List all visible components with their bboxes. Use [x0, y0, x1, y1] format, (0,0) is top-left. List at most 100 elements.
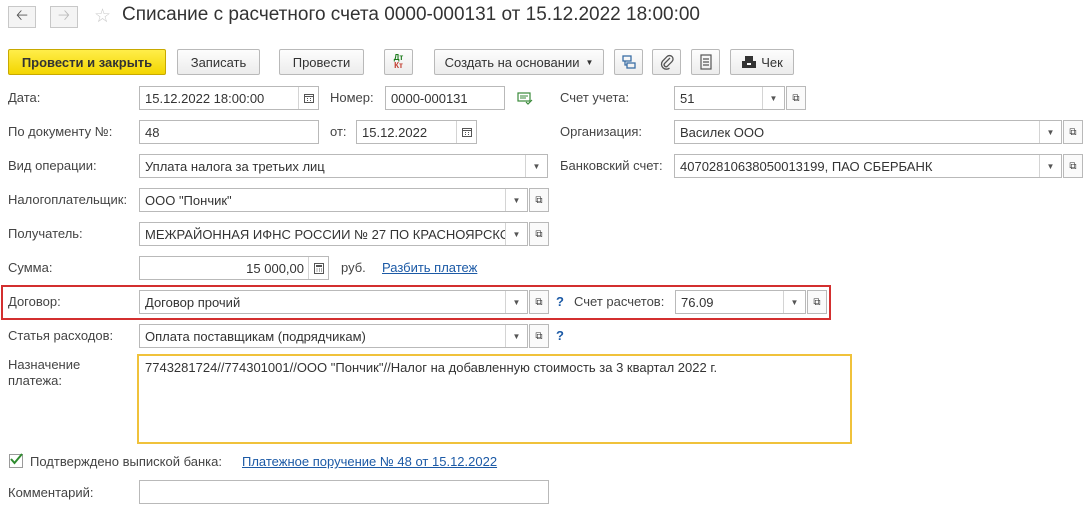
- recipient-value: МЕЖРАЙОННАЯ ИФНС РОССИИ № 27 ПО КРАСНОЯР…: [145, 226, 505, 242]
- confirmed-checkbox[interactable]: [9, 453, 23, 468]
- structure-button[interactable]: [614, 49, 643, 75]
- sum-value: 15 000,00: [246, 260, 304, 276]
- number-value: 0000-000131: [391, 90, 468, 106]
- contract-help-icon[interactable]: ?: [556, 294, 564, 309]
- dropdown-icon[interactable]: ▼: [762, 87, 784, 109]
- dropdown-icon[interactable]: ▼: [525, 155, 547, 177]
- open-icon: ⧉: [535, 228, 543, 240]
- taxpayer-label: Налогоплательщик:: [8, 192, 128, 207]
- dropdown-icon[interactable]: ▼: [783, 291, 805, 313]
- dropdown-icon[interactable]: ▼: [505, 223, 527, 245]
- settlement-account-field[interactable]: 76.09 ▼: [675, 290, 806, 314]
- structure-icon: [621, 55, 636, 69]
- bank-account-field[interactable]: 40702810638050013199, ПАО СБЕРБАНК ▼: [674, 154, 1062, 178]
- open-icon: ⧉: [792, 92, 800, 104]
- dt-kt-button[interactable]: Дт Кт: [384, 49, 413, 75]
- forward-button[interactable]: 🡢: [50, 6, 78, 28]
- expense-item-field[interactable]: Оплата поставщикам (подрядчикам) ▼: [139, 324, 528, 348]
- expense-item-label: Статья расходов:: [8, 328, 114, 343]
- attach-button[interactable]: [652, 49, 681, 75]
- number-field[interactable]: 0000-000131: [385, 86, 505, 110]
- currency-label: руб.: [341, 260, 366, 275]
- create-based-label: Создать на основании: [444, 54, 580, 70]
- payment-purpose-textarea[interactable]: 7743281724//774301001//ООО "Пончик"//Нал…: [137, 354, 852, 444]
- account-value: 51: [680, 90, 695, 106]
- page-title: Списание с расчетного счета 0000-000131 …: [122, 4, 700, 25]
- dropdown-icon[interactable]: ▼: [505, 291, 527, 313]
- dropdown-icon[interactable]: ▼: [505, 189, 527, 211]
- open-icon: ⧉: [535, 296, 543, 308]
- comment-field[interactable]: [139, 480, 549, 504]
- contract-field[interactable]: Договор прочий ▼: [139, 290, 528, 314]
- from-date-value: 15.12.2022: [362, 124, 428, 140]
- account-field[interactable]: 51 ▼: [674, 86, 785, 110]
- checkmark-icon: [10, 453, 23, 465]
- account-label: Счет учета:: [560, 90, 630, 105]
- contract-open-button[interactable]: ⧉: [529, 290, 549, 314]
- arrow-right-icon: 🡢: [57, 6, 71, 24]
- report-button[interactable]: [691, 49, 720, 75]
- operation-label: Вид операции:: [8, 158, 97, 173]
- doc-number-field[interactable]: 48: [139, 120, 319, 144]
- bank-account-open-button[interactable]: ⧉: [1063, 154, 1083, 178]
- operation-field[interactable]: Уплата налога за третьих лиц ▼: [139, 154, 548, 178]
- check-label: Чек: [761, 54, 783, 70]
- recipient-open-button[interactable]: ⧉: [529, 222, 549, 246]
- number-info-icon[interactable]: [517, 90, 533, 109]
- expense-item-value: Оплата поставщикам (подрядчикам): [145, 328, 366, 344]
- purpose-label-line1: Назначение: [8, 357, 81, 372]
- create-based-on-button[interactable]: Создать на основании ▼: [434, 49, 604, 75]
- recipient-label: Получатель:: [8, 226, 83, 241]
- organization-field[interactable]: Василек ООО ▼: [674, 120, 1062, 144]
- expense-item-open-button[interactable]: ⧉: [529, 324, 549, 348]
- number-label: Номер:: [330, 90, 374, 105]
- settlement-account-open-button[interactable]: ⧉: [807, 290, 827, 314]
- save-button[interactable]: Записать: [177, 49, 260, 75]
- settlement-account-label: Счет расчетов:: [574, 294, 665, 309]
- post-and-close-button[interactable]: Провести и закрыть: [8, 49, 166, 75]
- taxpayer-value: ООО "Пончик": [145, 192, 232, 208]
- check-button[interactable]: Чек: [730, 49, 794, 75]
- expense-help-icon[interactable]: ?: [556, 328, 564, 343]
- doc-number-value: 48: [145, 124, 160, 140]
- bank-account-value: 40702810638050013199, ПАО СБЕРБАНК: [680, 158, 933, 174]
- bank-account-label: Банковский счет:: [560, 158, 663, 173]
- open-icon: ⧉: [1069, 126, 1077, 138]
- calendar-icon[interactable]: [456, 121, 476, 143]
- open-icon: ⧉: [535, 330, 543, 342]
- taxpayer-field[interactable]: ООО "Пончик" ▼: [139, 188, 528, 212]
- open-icon: ⧉: [813, 296, 821, 308]
- arrow-left-icon: 🡠: [15, 6, 29, 24]
- calculator-icon[interactable]: [308, 257, 328, 279]
- account-open-button[interactable]: ⧉: [786, 86, 806, 110]
- organization-open-button[interactable]: ⧉: [1063, 120, 1083, 144]
- dropdown-icon[interactable]: ▼: [1039, 155, 1061, 177]
- post-button[interactable]: Провести: [279, 49, 364, 75]
- operation-value: Уплата налога за третьих лиц: [145, 158, 325, 174]
- purpose-label: Назначение платежа:: [8, 357, 80, 389]
- sum-field[interactable]: 15 000,00: [139, 256, 329, 280]
- from-label: от:: [330, 124, 347, 139]
- dropdown-icon[interactable]: ▼: [1039, 121, 1061, 143]
- split-payment-link[interactable]: Разбить платеж: [382, 260, 477, 275]
- from-date-field[interactable]: 15.12.2022: [356, 120, 477, 144]
- calendar-icon[interactable]: [298, 87, 318, 109]
- taxpayer-open-button[interactable]: ⧉: [529, 188, 549, 212]
- settlement-account-value: 76.09: [681, 294, 714, 310]
- recipient-field[interactable]: МЕЖРАЙОННАЯ ИФНС РОССИИ № 27 ПО КРАСНОЯР…: [139, 222, 528, 246]
- open-icon: ⧉: [535, 194, 543, 206]
- dropdown-arrow-icon: ▼: [585, 57, 594, 67]
- date-field[interactable]: 15.12.2022 18:00:00: [139, 86, 319, 110]
- date-label: Дата:: [8, 90, 41, 105]
- contract-label: Договор:: [8, 294, 61, 309]
- back-button[interactable]: 🡠: [8, 6, 36, 28]
- organization-value: Василек ООО: [680, 124, 765, 140]
- organization-label: Организация:: [560, 124, 643, 139]
- contract-value: Договор прочий: [145, 294, 241, 310]
- date-value: 15.12.2022 18:00:00: [145, 90, 265, 106]
- dropdown-icon[interactable]: ▼: [505, 325, 527, 347]
- payment-order-link[interactable]: Платежное поручение № 48 от 15.12.2022: [242, 454, 497, 469]
- favorite-star-icon[interactable]: ☆: [94, 5, 111, 28]
- sum-label: Сумма:: [8, 260, 53, 275]
- open-icon: ⧉: [1069, 160, 1077, 172]
